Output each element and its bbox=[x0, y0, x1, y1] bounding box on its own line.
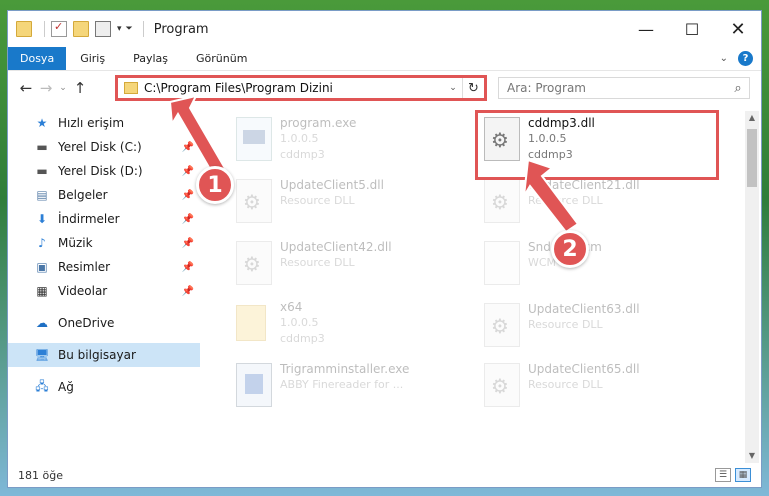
callout-badge-1: 1 bbox=[196, 166, 234, 204]
callout-arrow-2 bbox=[523, 158, 580, 234]
callout-arrows bbox=[168, 94, 580, 234]
callout-arrow-1 bbox=[168, 94, 228, 178]
callout-badge-2: 2 bbox=[551, 230, 589, 268]
